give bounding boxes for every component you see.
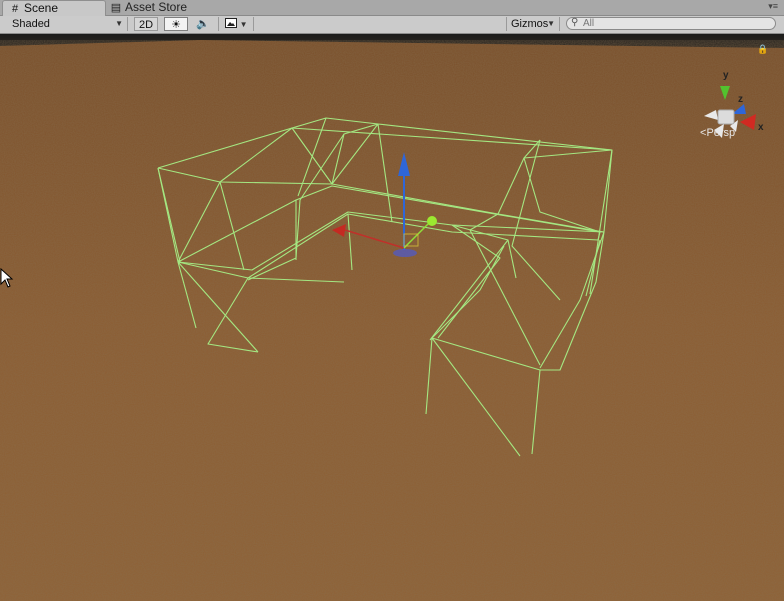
editor-tab-strip: # Scene ▤ Asset Store ▾≡	[0, 0, 784, 16]
search-input[interactable]	[583, 18, 768, 29]
tab-menu-icon[interactable]: ▾≡	[768, 1, 778, 12]
sun-icon: ☀	[171, 19, 181, 31]
tab-asset-store[interactable]: ▤ Asset Store	[104, 0, 208, 15]
shading-mode-label: Shaded	[12, 18, 50, 30]
toggle-2d-button[interactable]: 2D	[134, 17, 158, 31]
scene-effects-dropdown[interactable]: ▼	[218, 17, 254, 31]
hierarchy-search-field[interactable]: ⚲	[566, 17, 776, 30]
gizmo-x-label: x	[758, 122, 764, 133]
search-icon: ⚲	[571, 17, 579, 28]
tab-scene-label: Scene	[24, 1, 59, 15]
gizmo-z-label: z	[738, 94, 743, 105]
scene-toolbar: Shaded ▼ 2D ☀ 🔈 ▼ Gizmos ▼ ⚲	[0, 16, 784, 34]
tab-scene[interactable]: # Scene	[2, 0, 106, 16]
chevron-down-icon: ▼	[239, 20, 248, 29]
scene-canvas	[0, 34, 784, 601]
chevron-down-icon: ▼	[547, 19, 555, 28]
selection-handle	[427, 216, 437, 226]
gizmo-y-label: y	[723, 70, 729, 81]
projection-toggle[interactable]: <Persp	[700, 127, 735, 139]
gizmos-label: Gizmos	[511, 18, 549, 30]
image-icon	[224, 18, 237, 28]
projection-label: Persp	[706, 127, 736, 139]
chevron-down-icon: ▼	[115, 19, 123, 28]
store-icon: ▤	[110, 2, 122, 14]
ground-texture	[0, 40, 784, 601]
lock-icon[interactable]: 🔒	[757, 44, 768, 55]
tab-asset-store-label: Asset Store	[125, 0, 188, 14]
scene-audio-button[interactable]: 🔈	[190, 17, 216, 31]
speaker-icon: 🔈	[196, 18, 210, 30]
mouse-cursor-icon	[0, 268, 14, 288]
scene-viewport[interactable]: y z x 🔒 <Persp	[0, 34, 784, 601]
scene-lighting-button[interactable]: ☀	[164, 17, 188, 31]
shading-mode-dropdown[interactable]: Shaded ▼	[4, 17, 128, 31]
grid-icon: #	[11, 3, 19, 15]
gizmos-dropdown[interactable]: Gizmos ▼	[506, 17, 560, 31]
